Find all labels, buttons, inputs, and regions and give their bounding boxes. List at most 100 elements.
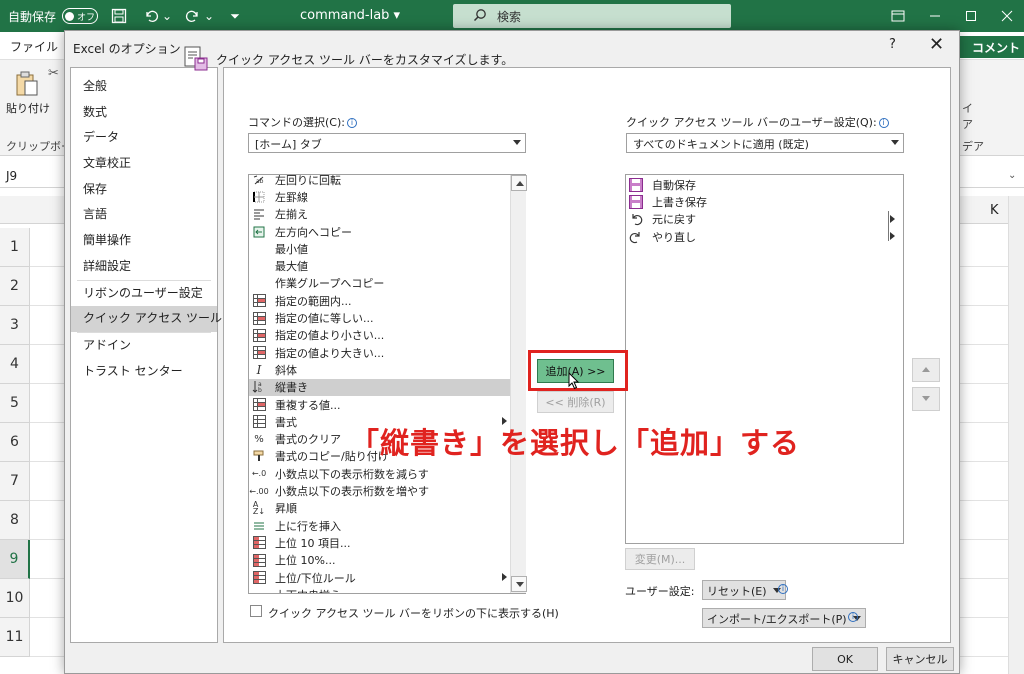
- row-header[interactable]: 11: [0, 618, 30, 657]
- maximize-icon[interactable]: [960, 6, 982, 26]
- nav-item[interactable]: リボンのユーザー設定: [71, 281, 217, 307]
- file-tab[interactable]: ファイル: [10, 38, 58, 55]
- choose-commands-select[interactable]: [ホーム] タブ: [248, 133, 526, 153]
- row-header[interactable]: 10: [0, 579, 30, 618]
- reset-button[interactable]: リセット(E): [702, 580, 786, 600]
- comment-button[interactable]: コメント: [958, 36, 1024, 58]
- command-item[interactable]: ←.0 小数点以下の表示桁数を減らす: [249, 465, 511, 482]
- undo-icon[interactable]: [140, 5, 162, 27]
- customize-qat-icon[interactable]: ⏷: [224, 5, 246, 27]
- cancel-button[interactable]: キャンセル: [886, 647, 954, 671]
- command-item[interactable]: 上に行を挿入: [249, 517, 511, 534]
- command-item[interactable]: 上下中央揃え: [249, 586, 511, 593]
- expand-formula-icon[interactable]: ⌄: [1008, 170, 1016, 181]
- row-header[interactable]: 8: [0, 501, 30, 540]
- qat-item[interactable]: 自動保存: [626, 176, 903, 193]
- command-item[interactable]: 作業グループへコピー: [249, 275, 511, 292]
- commands-list[interactable]: ab 左回りに回転 左罫線 左揃え 左方向へコピー 最小値 最大値 作業グループへコピー 指定の…: [248, 174, 526, 594]
- qat-items-list[interactable]: 自動保存 上書き保存 元に戻す やり直し: [625, 174, 904, 544]
- close-window-icon[interactable]: [996, 6, 1018, 26]
- command-item[interactable]: 最大値: [249, 258, 511, 275]
- import-export-button[interactable]: インポート/エクスポート(P): [702, 608, 866, 628]
- nav-item[interactable]: データ: [71, 125, 217, 151]
- save-icon[interactable]: [108, 5, 130, 27]
- command-item[interactable]: 左揃え: [249, 206, 511, 223]
- commands-list-scrollbar[interactable]: [510, 175, 527, 593]
- name-box[interactable]: J9: [0, 165, 60, 187]
- command-item[interactable]: ←.00 小数点以下の表示桁数を増やす: [249, 482, 511, 499]
- command-item[interactable]: 指定の値より小さい...: [249, 327, 511, 344]
- command-item[interactable]: 上位 10%...: [249, 552, 511, 569]
- command-item[interactable]: 左方向へコピー: [249, 223, 511, 240]
- row-header[interactable]: 3: [0, 306, 30, 345]
- minimize-icon[interactable]: [924, 6, 946, 26]
- align-middle-icon: [251, 588, 267, 593]
- remove-button[interactable]: << 削除(R): [537, 391, 614, 413]
- redo-dropdown-icon[interactable]: ⌄: [204, 5, 214, 27]
- command-item[interactable]: 最小値: [249, 240, 511, 257]
- command-item[interactable]: I 斜体: [249, 361, 511, 378]
- close-icon[interactable]: ✕: [929, 34, 944, 55]
- nav-item[interactable]: 詳細設定: [71, 254, 217, 280]
- command-item[interactable]: A Z↓ 昇順: [249, 500, 511, 517]
- modify-button[interactable]: 変更(M)...: [625, 548, 695, 570]
- ribbon-display-icon[interactable]: [887, 6, 909, 26]
- nav-item[interactable]: 文章校正: [71, 151, 217, 177]
- top-rule-icon: [251, 536, 267, 550]
- row-header[interactable]: 2: [0, 267, 30, 306]
- qat-item[interactable]: やり直し: [626, 228, 903, 245]
- sheet-scrollbar[interactable]: [1008, 196, 1024, 674]
- show-below-ribbon-label[interactable]: クイック アクセス ツール バーをリボンの下に表示する(H): [268, 605, 559, 621]
- command-item[interactable]: 指定の範囲内...: [249, 292, 511, 309]
- highlight-rule-icon: [251, 311, 267, 325]
- command-item[interactable]: 重複する値...: [249, 396, 511, 413]
- row-header[interactable]: 7: [0, 462, 30, 501]
- nav-item[interactable]: 全般: [71, 74, 217, 100]
- move-down-button[interactable]: [912, 387, 940, 411]
- undo-dropdown-icon[interactable]: ⌄: [162, 5, 172, 27]
- command-item[interactable]: 左罫線: [249, 188, 511, 205]
- autosave-toggle[interactable]: 自動保存 オフ: [8, 8, 99, 25]
- toggle-switch-icon[interactable]: オフ: [62, 8, 99, 24]
- command-item[interactable]: 上位 10 項目...: [249, 534, 511, 551]
- redo-icon[interactable]: [182, 5, 204, 27]
- move-up-button[interactable]: [912, 358, 940, 382]
- scroll-up-icon[interactable]: [511, 175, 527, 191]
- command-item[interactable]: 上位/下位ルール: [249, 569, 511, 586]
- column-k-header[interactable]: K: [990, 203, 999, 218]
- customize-qat-label: クイック アクセス ツール バーのユーザー設定(Q): i: [626, 114, 889, 130]
- command-item[interactable]: 指定の値に等しい...: [249, 309, 511, 326]
- customize-qat-select[interactable]: すべてのドキュメントに適用 (既定): [626, 133, 904, 153]
- command-item[interactable]: a b 縦書き: [249, 378, 511, 396]
- show-below-ribbon-checkbox[interactable]: [250, 605, 262, 617]
- item-label: 縦書き: [275, 381, 308, 395]
- cut-icon[interactable]: ✂: [48, 66, 59, 81]
- paste-label[interactable]: 貼り付け: [6, 100, 50, 116]
- workbook-title[interactable]: command-lab ▾: [300, 8, 400, 23]
- ok-button[interactable]: OK: [812, 647, 878, 671]
- nav-item[interactable]: 保存: [71, 177, 217, 203]
- nav-item[interactable]: クイック アクセス ツール バー: [71, 306, 250, 332]
- paste-icon[interactable]: [14, 70, 40, 101]
- nav-item[interactable]: アドイン: [71, 333, 217, 359]
- scroll-down-icon[interactable]: [511, 576, 527, 592]
- search-box[interactable]: 検索: [453, 4, 731, 28]
- row-header[interactable]: 5: [0, 384, 30, 423]
- nav-item[interactable]: トラスト センター: [71, 359, 217, 385]
- row-header[interactable]: 1: [0, 228, 30, 267]
- nav-item[interactable]: 数式: [71, 100, 217, 126]
- item-label: 左揃え: [275, 208, 308, 222]
- row-header[interactable]: 4: [0, 345, 30, 384]
- command-item[interactable]: ab 左回りに回転: [249, 175, 511, 188]
- nav-item[interactable]: 簡単操作: [71, 228, 217, 254]
- nav-item[interactable]: 言語: [71, 202, 217, 228]
- item-label: 指定の値に等しい...: [275, 312, 374, 326]
- item-label: 小数点以下の表示桁数を減らす: [275, 467, 429, 481]
- qat-item[interactable]: 元に戻す: [626, 211, 903, 228]
- qat-item[interactable]: 上書き保存: [626, 193, 903, 210]
- row-header[interactable]: 6: [0, 423, 30, 462]
- help-button[interactable]: ?: [889, 37, 896, 52]
- command-item[interactable]: 指定の値より大きい...: [249, 344, 511, 361]
- row-header[interactable]: 9: [0, 540, 30, 579]
- highlight-rule-icon: [251, 294, 267, 308]
